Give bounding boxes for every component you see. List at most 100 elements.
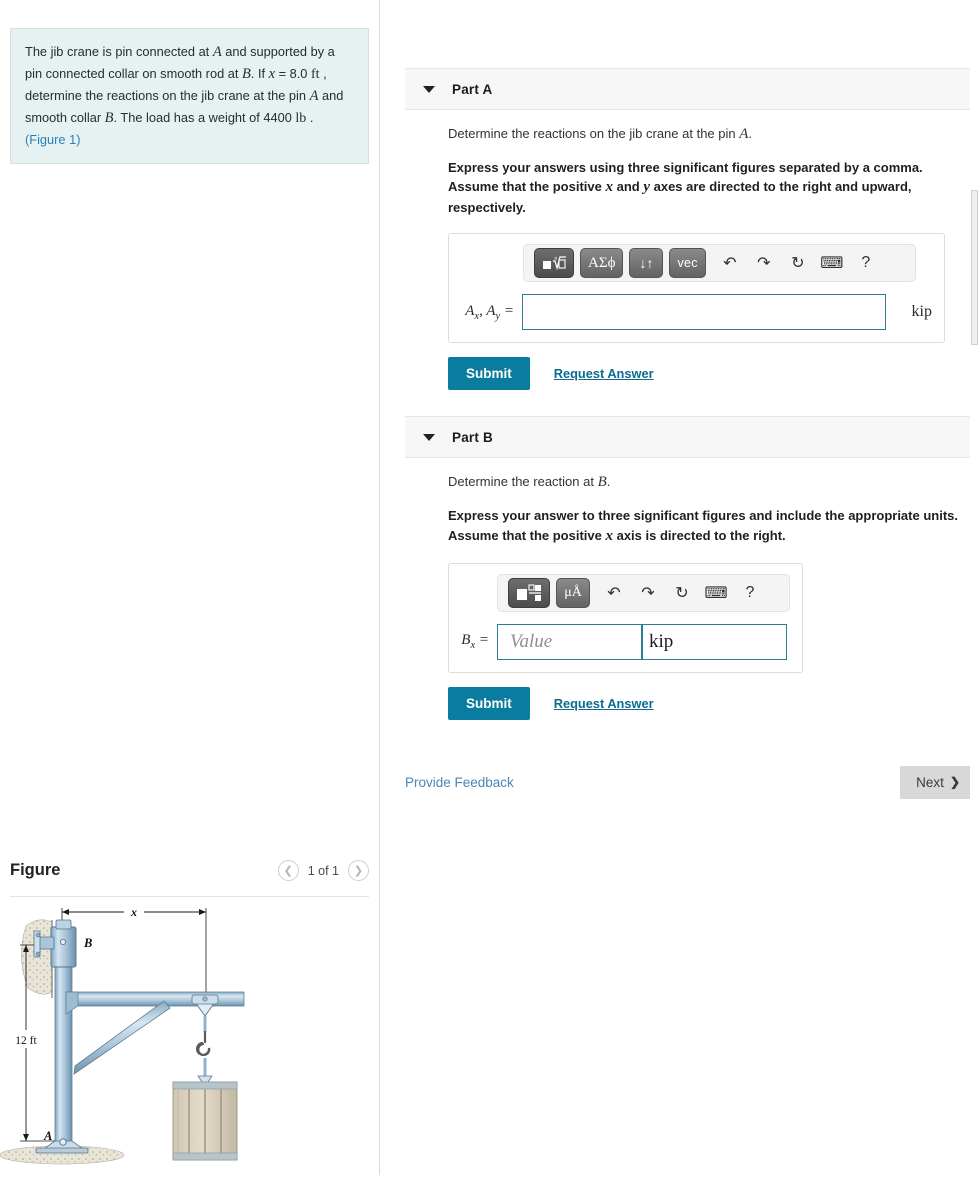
part-b-value-input[interactable]: Value: [497, 623, 642, 660]
part-b-instr-2post: axis is directed to the right.: [612, 527, 786, 543]
keyboard-icon[interactable]: ⌨: [702, 579, 730, 607]
sort-toggle-button[interactable]: ↓↑: [629, 248, 664, 279]
jib-crane-svg: x 12 ft B A: [0, 903, 245, 1165]
problem-text-4: . If: [250, 66, 269, 82]
page-scrollbar[interactable]: [970, 0, 979, 1175]
figure-title: Figure: [10, 861, 61, 879]
part-a-prompt-post: .: [748, 126, 753, 141]
problem-statement: The jib crane is pin connected at A and …: [10, 28, 369, 165]
label-b-sub-x: x: [470, 640, 476, 652]
part-a-answer-row: Ax, Ay = kip: [461, 294, 932, 331]
svg-text:A: A: [43, 1129, 52, 1143]
part-b-value-placeholder: Value: [510, 630, 553, 652]
problem-var-b1: B: [241, 66, 251, 83]
left-panel: The jib crane is pin connected at A and …: [0, 0, 380, 1175]
part-a-math-toolbar: n ΑΣϕ ↓↑ vec ↶ ↷ ↻ ⌨ ?: [523, 244, 916, 283]
part-b-instr-var-x: x: [605, 527, 613, 544]
next-button[interactable]: Next ❯: [900, 765, 974, 799]
jib-crane-figure: x 12 ft B A: [0, 898, 380, 1178]
part-b-header[interactable]: Part B: [405, 416, 979, 459]
part-b-section: Part B Determine the reaction at B. Expr…: [380, 416, 979, 720]
greek-symbols-button[interactable]: ΑΣϕ: [580, 248, 624, 279]
caret-down-icon[interactable]: [423, 85, 435, 93]
part-a-unit-label: kip: [911, 303, 932, 321]
part-a-body: Determine the reactions on the jib crane…: [380, 126, 979, 391]
part-b-prompt-pre: Determine the reaction at: [448, 474, 598, 490]
label-a-sub-x: x: [474, 310, 480, 322]
part-b-instructions: Express your answer to three significant…: [448, 507, 979, 547]
part-a-instr-var-y: y: [643, 179, 650, 196]
part-b-label: Part B: [452, 429, 493, 445]
page-footer: Provide Feedback Next ❯: [380, 765, 979, 799]
part-a-prompt-pre: Determine the reactions on the jib crane…: [448, 126, 740, 141]
vector-button[interactable]: vec: [669, 248, 706, 279]
problem-text-12: . The load has a weight of 4400: [113, 110, 296, 126]
problem-unit-lb: lb: [295, 111, 307, 127]
scrollbar-thumb[interactable]: [971, 190, 978, 345]
undo-arrow-icon[interactable]: ↶: [716, 249, 744, 277]
part-b-instr-2pre: Assume that the positive: [448, 527, 606, 543]
part-a-answer-panel: n ΑΣϕ ↓↑ vec ↶ ↷ ↻ ⌨ ? Ax, Ay = kip: [448, 233, 945, 344]
svg-text:B: B: [83, 936, 92, 950]
part-b-answer-row: Bx = Value kip: [461, 623, 790, 660]
problem-var-a1: A: [212, 44, 222, 60]
help-button[interactable]: ?: [736, 579, 764, 607]
redo-arrow-icon[interactable]: ↷: [750, 249, 778, 277]
part-b-prompt-post: .: [606, 474, 611, 490]
math-template-icon[interactable]: n: [534, 248, 574, 279]
caret-down-icon[interactable]: [423, 433, 435, 441]
part-b-prompt: Determine the reaction at B.: [448, 474, 979, 491]
part-a-submit-row: Submit Request Answer: [448, 357, 979, 391]
figure-header: Figure ❮ 1 of 1 ❯: [10, 845, 369, 897]
part-b-instr-1: Express your answer to three significant…: [448, 508, 958, 524]
figure-prev-button[interactable]: ❮: [277, 860, 299, 881]
part-b-math-toolbar: μÅ ↶ ↷ ↻ ⌨ ?: [497, 573, 790, 612]
part-b-body: Determine the reaction at B. Express you…: [380, 474, 979, 720]
right-panel: Part A Determine the reactions on the ji…: [380, 0, 979, 1175]
part-a-header[interactable]: Part A: [405, 68, 979, 110]
next-button-label: Next: [916, 774, 944, 790]
problem-var-b2: B: [104, 110, 114, 127]
part-b-submit-row: Submit Request Answer: [448, 686, 979, 720]
part-a-instr-2mid: and: [612, 179, 644, 195]
part-a-instr-var-x: x: [605, 179, 613, 196]
reset-circular-arrow-icon[interactable]: ↻: [668, 579, 696, 607]
figure-reference-link[interactable]: (Figure 1): [25, 132, 80, 147]
part-a-request-answer-link[interactable]: Request Answer: [554, 366, 654, 381]
chevron-right-icon: ❯: [949, 775, 960, 790]
part-b-answer-panel: μÅ ↶ ↷ ↻ ⌨ ? Bx = Value kip: [448, 562, 803, 673]
keyboard-icon[interactable]: ⌨: [818, 249, 846, 277]
svg-text:n: n: [555, 256, 558, 262]
part-b-variable-label: Bx =: [461, 632, 489, 652]
figure-navigation: ❮ 1 of 1 ❯: [277, 860, 369, 881]
part-a-variable-label: Ax, Ay =: [465, 302, 515, 322]
figure-next-button[interactable]: ❯: [348, 860, 369, 881]
part-a-submit-button[interactable]: Submit: [448, 357, 530, 391]
problem-page: The jib crane is pin connected at A and …: [0, 0, 979, 1175]
label-a-sub-y: y: [495, 310, 501, 322]
redo-arrow-icon[interactable]: ↷: [634, 579, 662, 607]
part-b-unit-input[interactable]: kip: [642, 623, 787, 660]
part-a-instr-1: Express your answers using three signifi…: [448, 160, 923, 175]
provide-feedback-link[interactable]: Provide Feedback: [405, 775, 514, 790]
figure-counter: 1 of 1: [307, 863, 339, 878]
problem-text-6: = 8.0: [275, 66, 311, 82]
help-button[interactable]: ?: [852, 249, 880, 277]
problem-unit-ft: ft: [310, 67, 320, 83]
part-a-section: Part A Determine the reactions on the ji…: [380, 68, 979, 391]
units-button[interactable]: μÅ: [556, 577, 590, 608]
part-a-prompt: Determine the reactions on the jib crane…: [448, 126, 979, 143]
template-glyph: n: [543, 256, 566, 270]
part-a-answer-input[interactable]: [522, 294, 886, 331]
problem-text-0: The jib crane is pin connected at: [25, 44, 213, 59]
part-b-prompt-var: B: [597, 474, 607, 491]
undo-arrow-icon[interactable]: ↶: [600, 579, 628, 607]
label-a-main-2: A: [486, 302, 496, 319]
part-a-instr-2pre: Assume that the positive: [448, 179, 606, 195]
reset-circular-arrow-icon[interactable]: ↻: [784, 249, 812, 277]
part-b-request-answer-link[interactable]: Request Answer: [554, 696, 654, 711]
part-a-label: Part A: [452, 81, 493, 97]
svg-text:12 ft: 12 ft: [15, 1035, 37, 1047]
math-fraction-template-icon[interactable]: [508, 577, 550, 608]
part-b-submit-button[interactable]: Submit: [448, 686, 530, 720]
